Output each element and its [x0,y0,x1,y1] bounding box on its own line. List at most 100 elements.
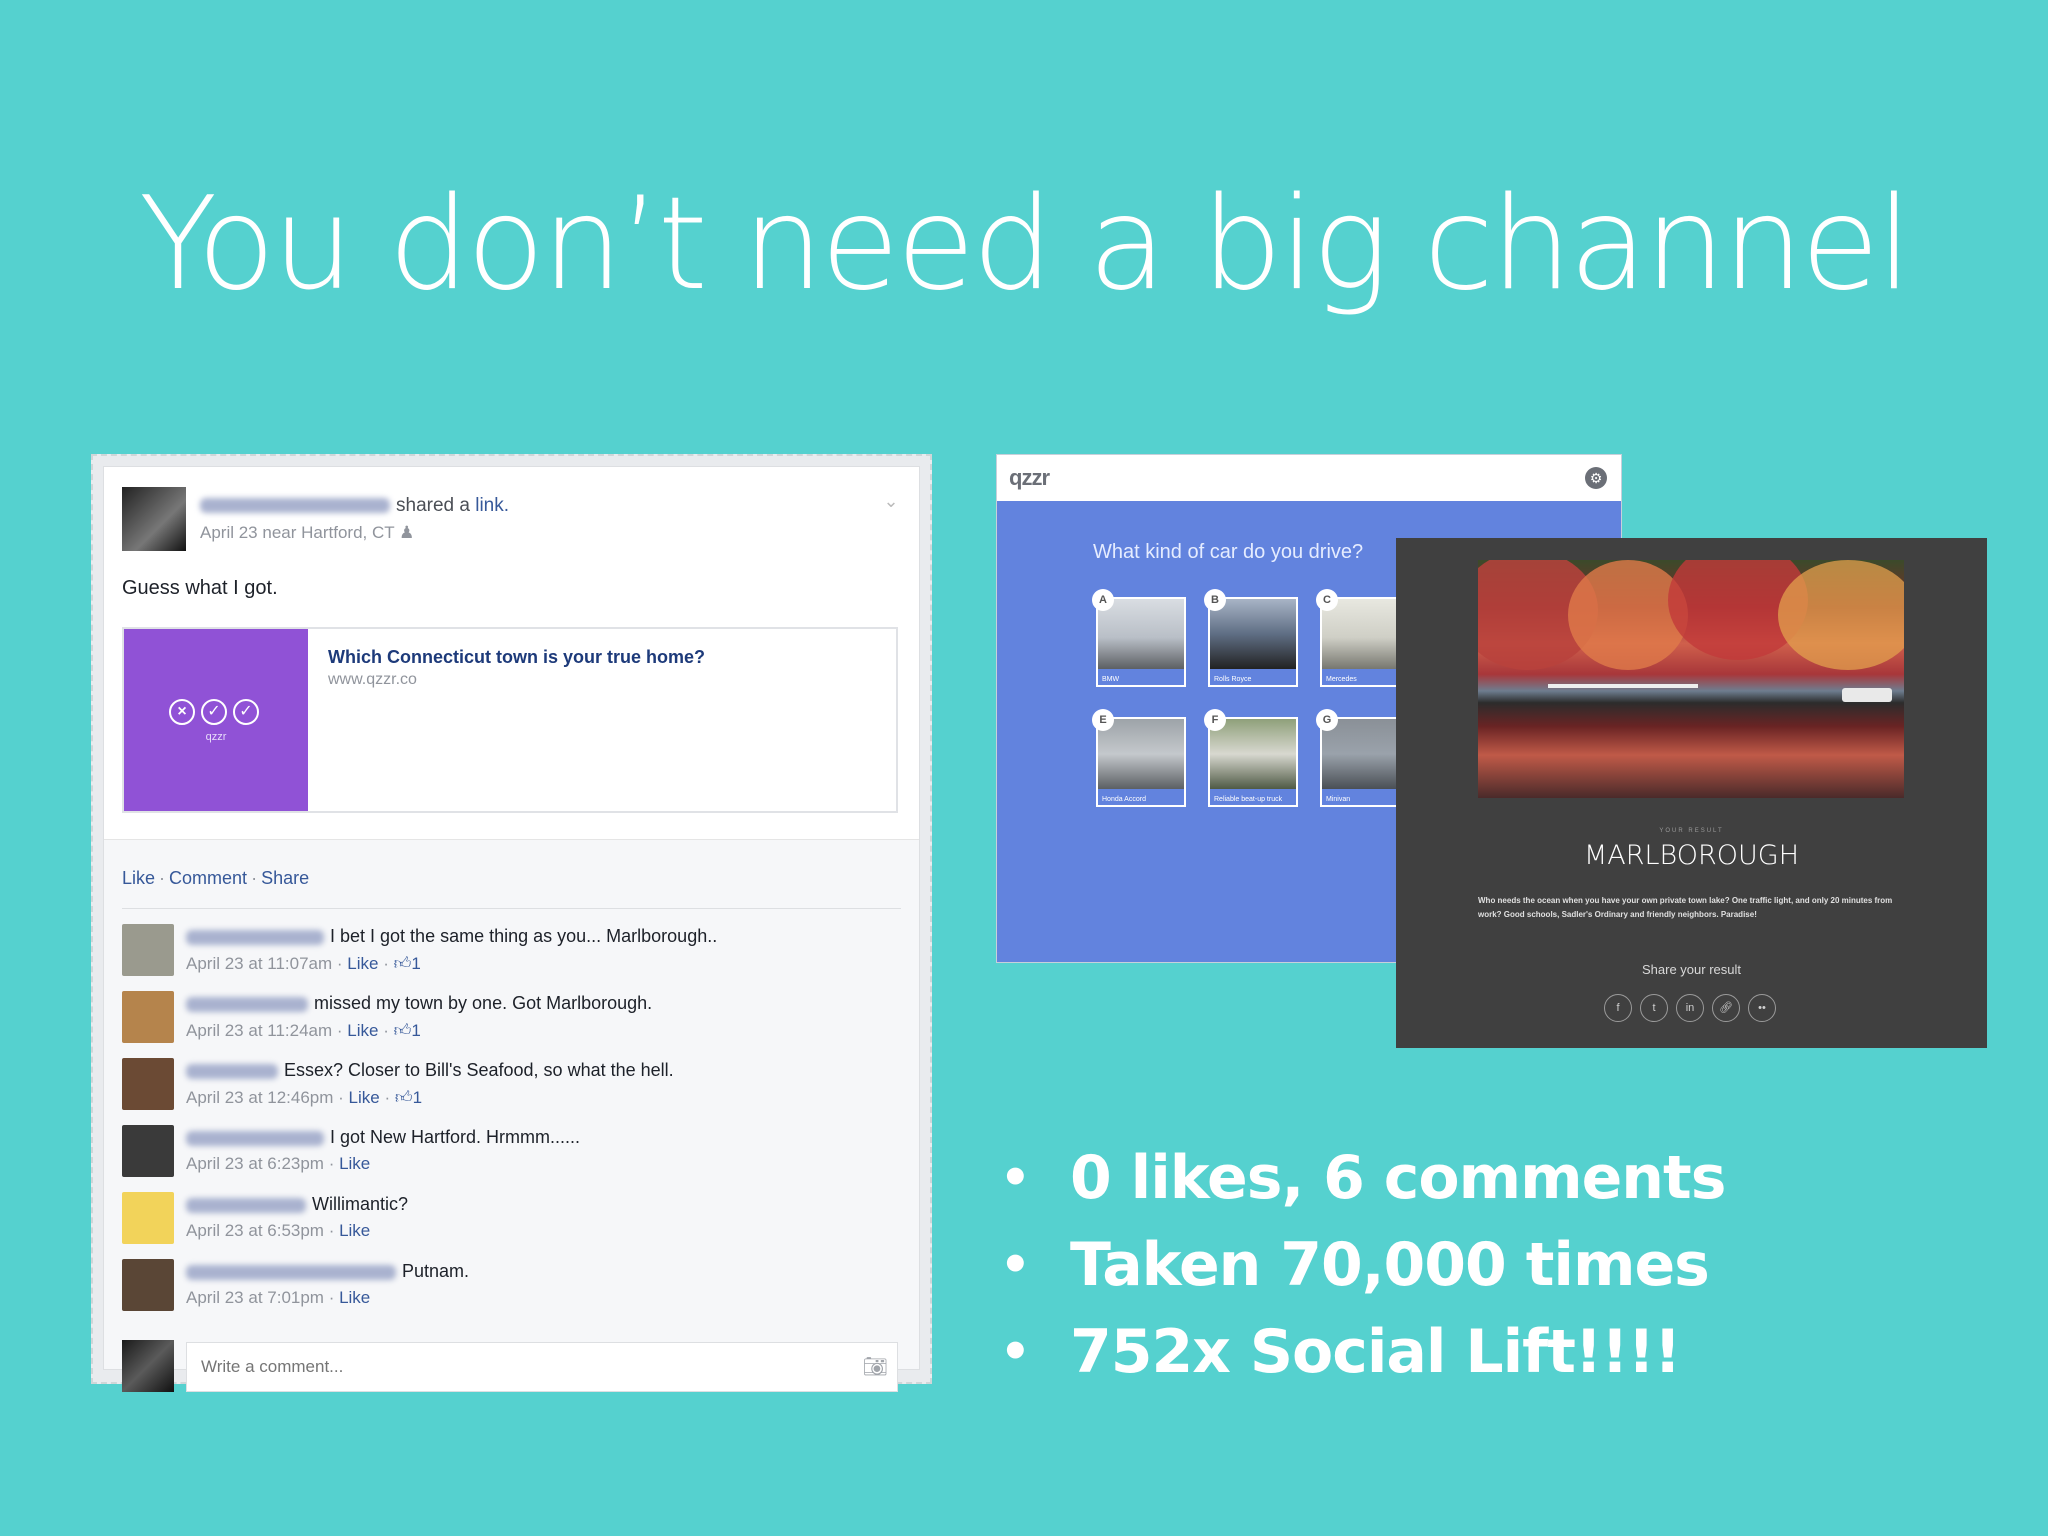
blurred-name[interactable] [186,1264,396,1280]
comment-meta: April 23 at 7:01pm · Like [186,1288,371,1307]
comment-meta: April 23 at 11:24am · Like · 👍︎1 [186,1021,421,1040]
blurred-name[interactable] [186,929,324,945]
commenter-avatar[interactable] [122,1192,174,1244]
link-preview-card[interactable]: × ✓ ✓ qzzr Which Connecticut town is you… [122,627,898,813]
gear-icon[interactable]: ⚙ [1585,467,1607,489]
linkedin-icon[interactable]: in [1676,994,1704,1022]
answer-badge: A [1092,589,1114,611]
thumbs-up-icon: 👍︎ [393,954,412,973]
comment-item: Essex? Closer to Bill's Seafood, so what… [122,1058,902,1125]
poster-avatar[interactable] [122,487,186,551]
link-thumbnail[interactable]: × ✓ ✓ qzzr [124,629,308,811]
comment-like-link[interactable]: Like [339,1154,370,1173]
twitter-icon[interactable]: t [1640,994,1668,1022]
result-photo [1478,560,1904,798]
bullet-text: Taken 70,000 times [1070,1230,1710,1300]
answer-label: Minivan [1326,796,1351,803]
post-actions: Like · Comment · Share [122,868,310,888]
chevron-down-icon[interactable]: ⌄ [881,491,901,511]
camera-icon[interactable]: 📷︎ [863,1354,888,1379]
commenter-avatar[interactable] [122,991,174,1043]
comment-like-count[interactable]: 1 [411,1021,420,1040]
post-meta-text[interactable]: April 23 near Hartford, CT [200,523,394,542]
commenter-avatar[interactable] [122,924,174,976]
comment-time[interactable]: April 23 at 12:46pm [186,1088,333,1107]
facebook-post-card: shared a link. April 23 near Hartford, C… [103,466,920,1392]
link-title[interactable]: Which Connecticut town is your true home… [328,647,705,668]
facebook-post-screenshot: shared a link. April 23 near Hartford, C… [91,454,932,1392]
comment-like-link[interactable]: Like [347,954,378,973]
comment-meta: April 23 at 11:07am · Like · 👍︎1 [186,954,421,973]
result-small-label: YOUR RESULT [1659,828,1724,834]
post-meta: April 23 near Hartford, CT ♟ [200,523,414,543]
comment-time[interactable]: April 23 at 11:24am [186,1021,332,1040]
link-url: www.qzzr.co [328,671,417,688]
comment-item: I bet I got the same thing as you... Mar… [122,924,902,991]
commenter-avatar[interactable] [122,1259,174,1311]
answer-badge: B [1204,589,1226,611]
shared-text: shared a [396,495,470,516]
comment-like-link[interactable]: Like [347,1021,378,1040]
comment-input[interactable] [186,1342,898,1392]
blurred-name[interactable] [186,1130,324,1146]
facebook-icon[interactable]: f [1604,994,1632,1022]
comment-text: missed my town by one. Got Marlborough. [186,993,652,1014]
comment-time[interactable]: April 23 at 6:53pm [186,1221,324,1240]
comment-time[interactable]: April 23 at 7:01pm [186,1288,324,1307]
share-action[interactable]: Share [261,868,309,888]
post-header: shared a link. April 23 near Hartford, C… [122,487,901,557]
quiz-answer[interactable]: Reliable beat-up truck F [1204,709,1298,807]
comment-body: Willimantic? [312,1194,409,1214]
quiz-answer[interactable]: BMW A [1092,589,1186,687]
boat-shape [1842,688,1892,702]
check-circle-icon: ✓ [233,699,259,725]
answer-badge: F [1204,709,1226,731]
post-feedback-area: Like · Comment · Share I bet I got the same … [104,840,919,1392]
comment-text: I got New Hartford. Hrmmm...... [186,1127,580,1148]
comment-action[interactable]: Comment [169,868,247,888]
comment-like-link[interactable]: Like [349,1088,380,1107]
comment-body: missed my town by one. Got Marlborough. [314,993,653,1013]
qzzr-logo[interactable]: qzzr [1009,465,1050,491]
comment-time[interactable]: April 23 at 6:23pm [186,1154,324,1173]
comment-list: I bet I got the same thing as you... Mar… [122,924,902,1326]
comment-like-link[interactable]: Like [339,1288,370,1307]
commenter-avatar[interactable] [122,1058,174,1110]
link-icon[interactable]: 🔗︎ [1712,994,1740,1022]
dock-shape [1548,684,1698,688]
comment-like-count[interactable]: 1 [411,954,420,973]
embed-icon[interactable]: •• [1748,994,1776,1022]
comment-body: I got New Hartford. Hrmmm...... [330,1127,581,1147]
blurred-name[interactable] [186,996,308,1012]
bullet-text: 0 likes, 6 comments [1070,1143,1726,1213]
commenter-avatar[interactable] [122,1125,174,1177]
like-action[interactable]: Like [122,868,155,888]
quiz-topbar: qzzr ⚙ [997,455,1621,501]
car-image [1098,719,1184,789]
comment-meta: April 23 at 6:53pm · Like [186,1221,371,1240]
quiz-answer[interactable]: Honda Accord E [1092,709,1186,807]
answer-badge: E [1092,709,1114,731]
share-label: Share your result [1642,962,1741,977]
answer-label: BMW [1102,676,1120,683]
comment-meta: April 23 at 12:46pm · Like · 👍︎1 [186,1088,423,1107]
blurred-name[interactable] [186,1063,278,1079]
quiz-answer[interactable]: Rolls Royce B [1204,589,1298,687]
result-description: Who needs the ocean when you have your o… [1478,896,1893,919]
shared-link[interactable]: link. [475,495,509,516]
blurred-name[interactable] [186,1197,306,1213]
comment-body: I bet I got the same thing as you... Mar… [330,926,718,946]
comment-time[interactable]: April 23 at 11:07am [186,954,332,973]
bullet-text: 752x Social Lift!!!! [1070,1317,1681,1387]
car-image [1098,599,1184,669]
comment-like-count[interactable]: 1 [413,1088,422,1107]
divider [122,908,901,909]
answer-badge: G [1316,709,1338,731]
friends-audience-icon[interactable]: ♟ [399,523,414,542]
comment-body: Essex? Closer to Bill's Seafood, so what… [284,1060,674,1080]
blurred-name[interactable] [200,498,390,514]
comment-meta: April 23 at 6:23pm · Like [186,1154,371,1173]
comment-text: Essex? Closer to Bill's Seafood, so what… [186,1060,674,1081]
share-buttons: f t in 🔗︎ •• [1604,994,1776,1022]
comment-like-link[interactable]: Like [339,1221,370,1240]
